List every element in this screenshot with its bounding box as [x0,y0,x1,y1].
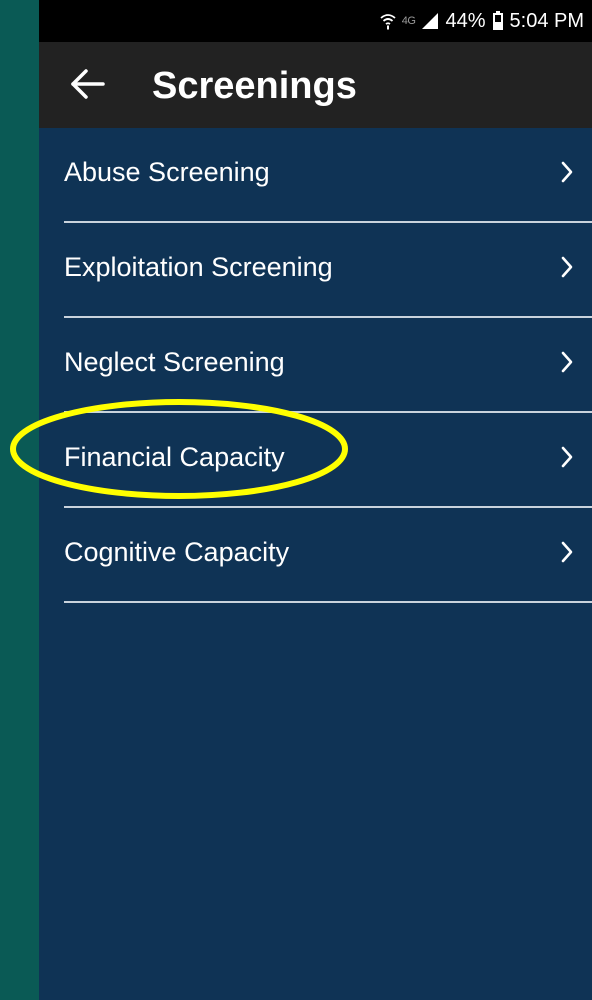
status-icons: 4G 44% 5:04 PM [380,0,584,42]
network-type-label: 4G [401,15,416,27]
menu-item-abuse-screening[interactable]: Abuse Screening [64,128,592,223]
menu-item-label: Cognitive Capacity [64,537,290,567]
chevron-right-icon [558,350,576,374]
menu-item-financial-capacity[interactable]: Financial Capacity [64,413,592,508]
clock: 5:04 PM [509,9,584,32]
app-bar: Screenings [39,42,592,128]
chevron-right-icon [558,445,576,469]
background-strip [0,0,39,1000]
menu-item-label: Neglect Screening [64,347,285,377]
back-button[interactable] [65,64,109,108]
phone-screen: 4G 44% 5:04 PM Screenings Abuse Screenin… [39,0,592,1000]
menu-item-label: Financial Capacity [64,442,285,472]
chevron-right-icon [558,160,576,184]
menu-item-cognitive-capacity[interactable]: Cognitive Capacity [64,508,592,603]
menu-item-neglect-screening[interactable]: Neglect Screening [64,318,592,413]
battery-icon [492,11,504,31]
page-title: Screenings [152,65,357,107]
menu-item-label: Abuse Screening [64,157,270,187]
chevron-right-icon [558,255,576,279]
wifi-icon [380,12,396,30]
screenings-list: Abuse Screening Exploitation Screening N… [64,128,592,603]
chevron-right-icon [558,540,576,564]
menu-item-label: Exploitation Screening [64,252,333,282]
battery-percent: 44% [445,9,486,32]
status-bar: 4G 44% 5:04 PM [39,0,592,42]
signal-icon [421,12,439,30]
arrow-left-icon [69,68,105,105]
menu-item-exploitation-screening[interactable]: Exploitation Screening [64,223,592,318]
